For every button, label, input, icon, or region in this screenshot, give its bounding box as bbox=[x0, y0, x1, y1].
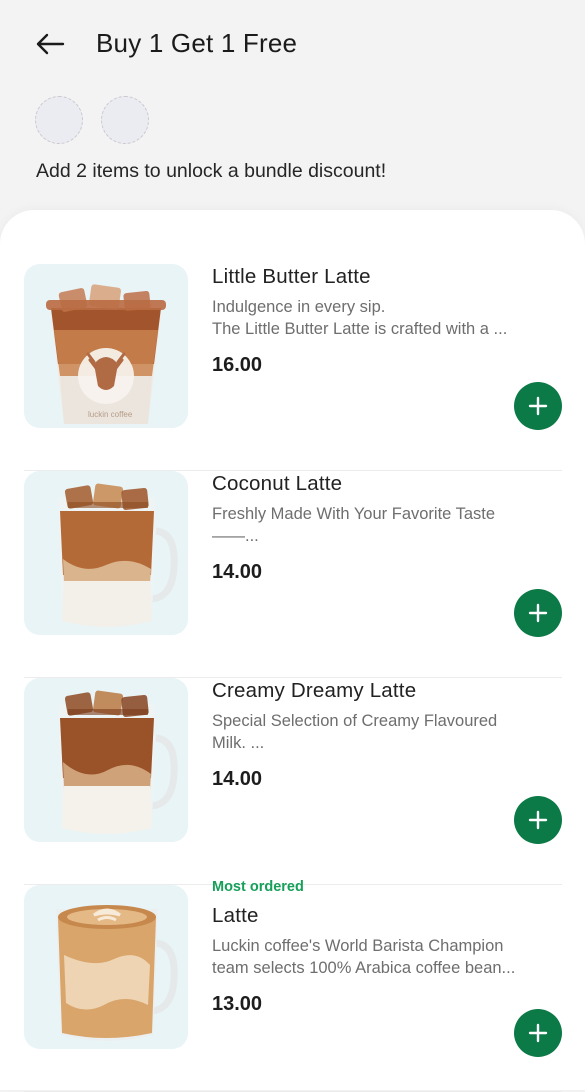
product-info: Coconut Latte Freshly Made With Your Fav… bbox=[212, 471, 562, 584]
bundle-hint: Add 2 items to unlock a bundle discount! bbox=[36, 160, 387, 182]
page-title: Buy 1 Get 1 Free bbox=[96, 28, 298, 58]
product-price: 16.00 bbox=[212, 354, 263, 376]
product-description: Freshly Made With Your Favorite Taste ——… bbox=[212, 503, 562, 547]
product-card[interactable]: Most ordered Latte Luckin coffee's World… bbox=[24, 879, 562, 1092]
product-list: luckin coffee Little Butter Latte Indulg… bbox=[0, 210, 585, 1092]
add-to-cart-button[interactable] bbox=[514, 1009, 562, 1057]
description-line: Freshly Made With Your Favorite Taste bbox=[212, 505, 496, 523]
most-ordered-badge: Most ordered bbox=[212, 879, 304, 895]
product-image: luckin coffee bbox=[24, 264, 188, 428]
product-image bbox=[24, 885, 188, 1049]
cup-logo-text: luckin coffee bbox=[88, 410, 133, 419]
product-price: 13.00 bbox=[212, 993, 263, 1015]
product-price: 14.00 bbox=[212, 768, 263, 790]
plus-icon bbox=[528, 603, 548, 623]
product-name: Little Butter Latte bbox=[212, 265, 371, 288]
description-line: Luckin coffee's World Barista Champion bbox=[212, 937, 504, 955]
product-info: Little Butter Latte Indulgence in every … bbox=[212, 264, 562, 377]
header: Buy 1 Get 1 Free bbox=[0, 0, 585, 90]
product-price: 14.00 bbox=[212, 561, 263, 583]
arrow-left-icon bbox=[36, 33, 65, 55]
product-card[interactable]: luckin coffee Little Butter Latte Indulg… bbox=[24, 264, 562, 471]
description-line: The Little Butter Latte is crafted with … bbox=[212, 320, 508, 338]
product-name: Creamy Dreamy Latte bbox=[212, 679, 417, 702]
product-name: Latte bbox=[212, 904, 259, 927]
product-image bbox=[24, 678, 188, 842]
bundle-slot-empty bbox=[35, 96, 83, 144]
add-to-cart-button[interactable] bbox=[514, 382, 562, 430]
product-image bbox=[24, 471, 188, 635]
description-line: Indulgence in every sip. bbox=[212, 298, 386, 316]
product-info: Most ordered Latte Luckin coffee's World… bbox=[212, 877, 562, 1016]
bundle-slot-empty bbox=[101, 96, 149, 144]
product-description: Luckin coffee's World Barista Champion t… bbox=[212, 935, 562, 979]
product-name: Coconut Latte bbox=[212, 472, 343, 495]
plus-icon bbox=[528, 1023, 548, 1043]
bundle-slots bbox=[35, 96, 149, 144]
description-line: Milk. ... bbox=[212, 734, 265, 752]
product-description: Indulgence in every sip. The Little Butt… bbox=[212, 296, 562, 340]
description-line: team selects 100% Arabica coffee bean... bbox=[212, 959, 516, 977]
product-card[interactable]: Coconut Latte Freshly Made With Your Fav… bbox=[24, 471, 562, 678]
description-line: ——... bbox=[212, 527, 259, 545]
product-description: Special Selection of Creamy Flavoured Mi… bbox=[212, 710, 562, 754]
back-button[interactable] bbox=[30, 26, 70, 62]
add-to-cart-button[interactable] bbox=[514, 796, 562, 844]
add-to-cart-button[interactable] bbox=[514, 589, 562, 637]
plus-icon bbox=[528, 396, 548, 416]
product-card[interactable]: Creamy Dreamy Latte Special Selection of… bbox=[24, 678, 562, 885]
plus-icon bbox=[528, 810, 548, 830]
description-line: Special Selection of Creamy Flavoured bbox=[212, 712, 498, 730]
product-info: Creamy Dreamy Latte Special Selection of… bbox=[212, 678, 562, 791]
